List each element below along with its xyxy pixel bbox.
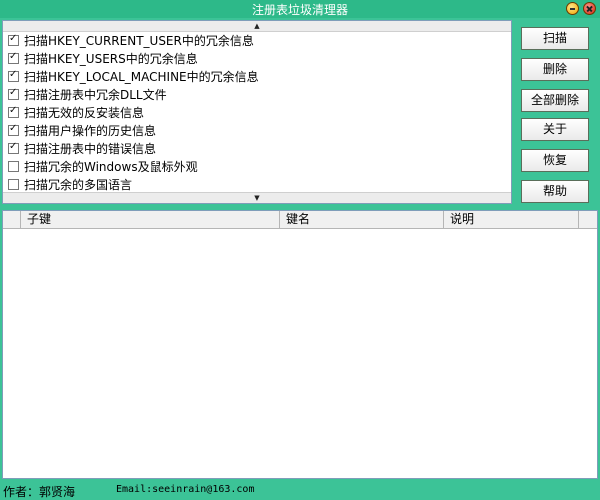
option-current-user[interactable]: 扫描HKEY_CURRENT_USER中的冗余信息 (8, 32, 254, 50)
checkbox[interactable] (8, 140, 19, 154)
column-subkey[interactable]: 子键 (21, 211, 280, 228)
option-label: 扫描冗余的多国语言 (24, 178, 133, 192)
checkbox[interactable] (8, 179, 19, 190)
column-spacer (3, 211, 21, 228)
close-icon[interactable] (583, 2, 596, 15)
option-dll[interactable]: 扫描注册表中冗余DLL文件 (8, 86, 167, 104)
option-label: 扫描HKEY_CURRENT_USER中的冗余信息 (24, 34, 254, 48)
option-local-machine[interactable]: 扫描HKEY_LOCAL_MACHINE中的冗余信息 (8, 68, 259, 86)
scroll-up-button[interactable]: ▲ (3, 21, 511, 32)
status-bar: 作者：郭贤海 Email:seeinrain@163.com (0, 481, 600, 500)
scan-options-list[interactable]: ▲ 扫描HKEY_CURRENT_USER中的冗余信息 扫描HKEY_USERS… (2, 20, 512, 204)
option-label: 扫描冗余的Windows及鼠标外观 (24, 160, 198, 174)
option-label: 扫描注册表中的错误信息 (24, 142, 157, 156)
checkbox[interactable] (8, 122, 19, 136)
checkbox[interactable] (8, 50, 19, 64)
scan-button[interactable]: 扫描 (521, 27, 589, 50)
checkbox[interactable] (8, 32, 19, 46)
column-description[interactable]: 说明 (444, 211, 579, 228)
checkbox[interactable] (8, 104, 19, 118)
checkbox[interactable] (8, 68, 19, 82)
option-uninstall[interactable]: 扫描无效的反安装信息 (8, 104, 144, 122)
delete-all-button[interactable]: 全部删除 (521, 89, 589, 112)
checkbox[interactable] (8, 86, 19, 100)
arrow-down-icon: ▼ (254, 194, 260, 202)
option-history[interactable]: 扫描用户操作的历史信息 (8, 122, 156, 140)
email-label: Email:seeinrain@163.com (116, 484, 255, 495)
window-title: 注册表垃圾清理器 (251, 3, 348, 17)
results-list[interactable]: 子键 键名 说明 (2, 210, 598, 479)
restore-button[interactable]: 恢复 (521, 149, 589, 172)
option-errors[interactable]: 扫描注册表中的错误信息 (8, 140, 156, 158)
option-label: 扫描HKEY_LOCAL_MACHINE中的冗余信息 (24, 70, 259, 84)
option-label: 扫描HKEY_USERS中的冗余信息 (24, 52, 198, 66)
delete-button[interactable]: 删除 (521, 58, 589, 81)
about-button[interactable]: 关于 (521, 118, 589, 141)
minimize-icon[interactable] (566, 2, 579, 15)
option-label: 扫描用户操作的历史信息 (24, 124, 157, 138)
scroll-down-button[interactable]: ▼ (3, 192, 511, 203)
option-label: 扫描无效的反安装信息 (24, 106, 145, 120)
option-users[interactable]: 扫描HKEY_USERS中的冗余信息 (8, 50, 198, 68)
option-windows-cursor[interactable]: 扫描冗余的Windows及鼠标外观 (8, 158, 198, 176)
checkbox[interactable] (8, 161, 19, 172)
arrow-up-icon: ▲ (254, 22, 260, 30)
option-label: 扫描注册表中冗余DLL文件 (24, 88, 167, 102)
column-keyname[interactable]: 键名 (280, 211, 444, 228)
help-button[interactable]: 帮助 (521, 180, 589, 203)
list-header: 子键 键名 说明 (3, 211, 597, 229)
author-label: 作者：郭贤海 (3, 485, 76, 499)
title-bar: 注册表垃圾清理器 (0, 0, 600, 18)
